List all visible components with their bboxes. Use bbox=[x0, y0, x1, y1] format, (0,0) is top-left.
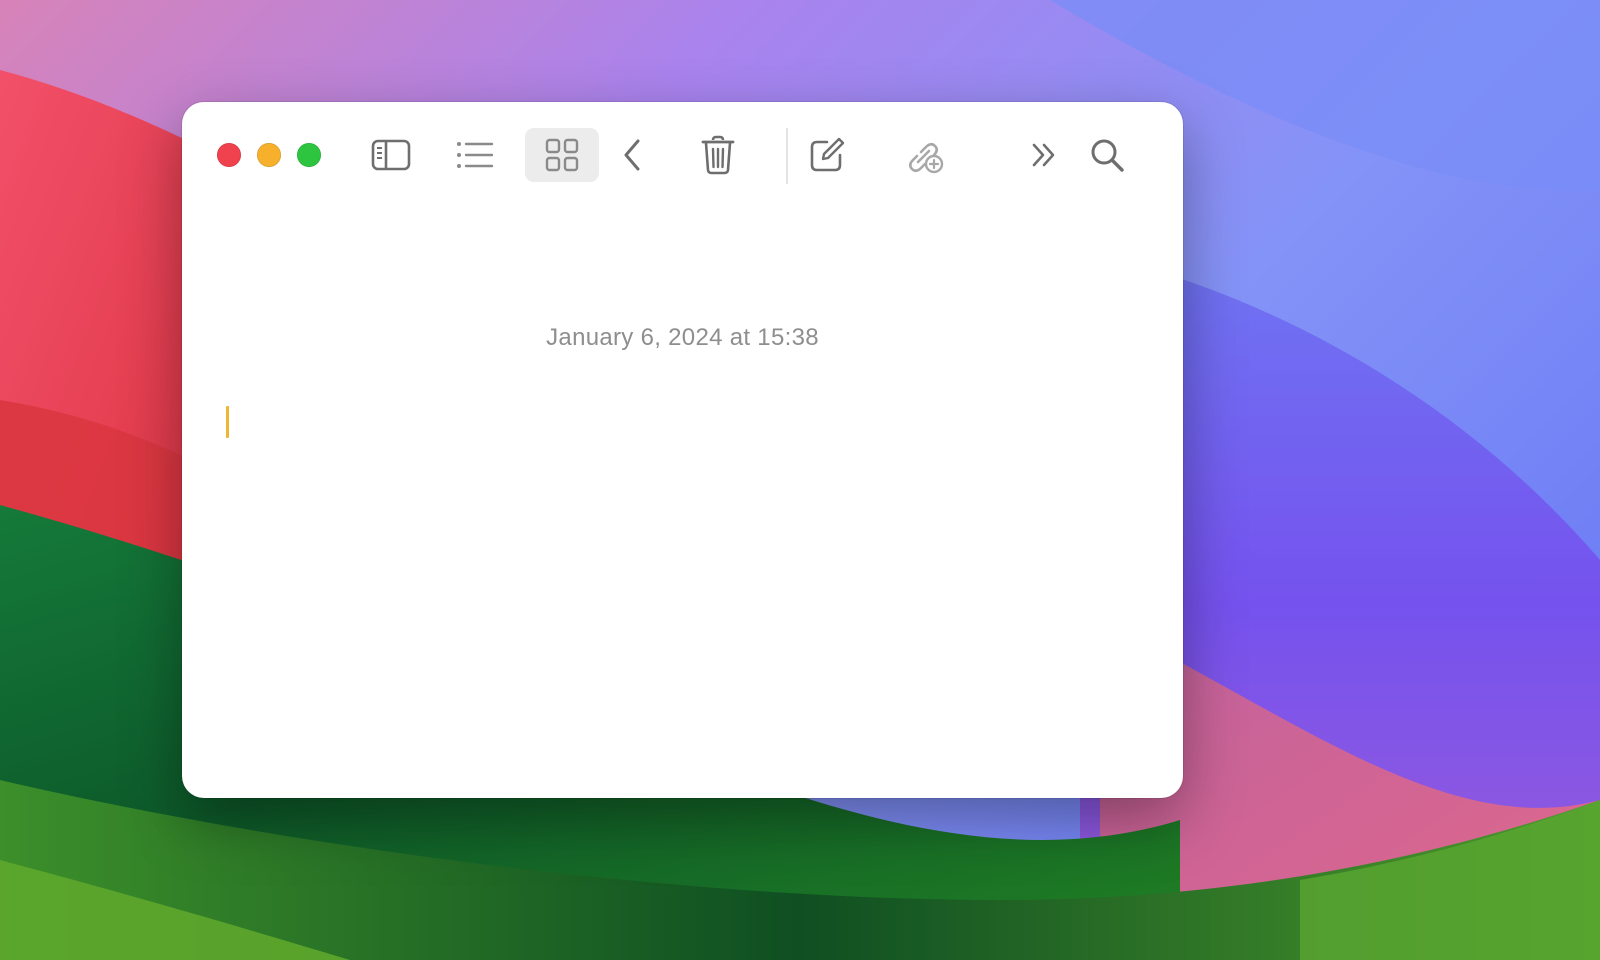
search-icon bbox=[1091, 139, 1124, 172]
add-people-icon bbox=[908, 142, 944, 174]
text-caret bbox=[226, 406, 229, 438]
grid-icon bbox=[545, 138, 579, 172]
chevron-left-icon bbox=[624, 139, 640, 171]
minimize-button[interactable] bbox=[257, 143, 281, 167]
close-button[interactable] bbox=[217, 143, 241, 167]
compose-icon bbox=[810, 137, 845, 172]
back-button[interactable] bbox=[610, 128, 654, 182]
search-button[interactable] bbox=[1082, 128, 1132, 182]
new-note-button[interactable] bbox=[802, 128, 852, 182]
collaborate-button[interactable] bbox=[898, 128, 950, 182]
trash-icon bbox=[701, 135, 735, 175]
zoom-button[interactable] bbox=[297, 143, 321, 167]
window-toolbar bbox=[182, 102, 1183, 202]
chevron-double-right-icon bbox=[1032, 143, 1055, 167]
desktop-wallpaper: January 6, 2024 at 15:38 bbox=[0, 0, 1600, 960]
gallery-view-button[interactable] bbox=[525, 128, 599, 182]
note-timestamp: January 6, 2024 at 15:38 bbox=[546, 324, 819, 351]
list-icon bbox=[457, 142, 494, 168]
sidebar-icon bbox=[371, 139, 411, 171]
toolbar-divider bbox=[786, 128, 788, 184]
toggle-sidebar-button[interactable] bbox=[362, 128, 420, 182]
delete-note-button[interactable] bbox=[692, 128, 744, 182]
note-editor[interactable] bbox=[212, 392, 1152, 772]
list-view-button[interactable] bbox=[444, 128, 506, 182]
notes-window[interactable]: January 6, 2024 at 15:38 bbox=[182, 102, 1183, 798]
more-toolbar-items-button[interactable] bbox=[1022, 128, 1066, 182]
